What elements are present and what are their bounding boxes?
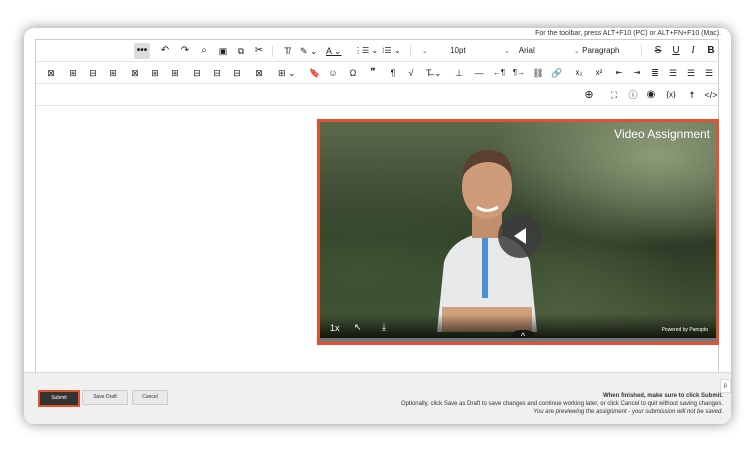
copy-icon[interactable]: ⧉ <box>234 43 248 59</box>
powered-by-label: Powered by Panopto <box>661 327 708 333</box>
font-family-select[interactable]: ⌄ Arial <box>498 44 535 58</box>
special-character-icon[interactable]: Ω <box>346 65 360 81</box>
checkmark-icon[interactable]: √ <box>404 65 418 81</box>
source-code-icon[interactable]: </> <box>704 87 718 103</box>
video-title: Video Assignment <box>614 127 710 141</box>
table-cell-icon[interactable]: ⊞ <box>106 65 120 81</box>
play-button[interactable] <box>498 214 542 258</box>
expand-icon[interactable]: ↖ <box>354 322 362 333</box>
align-left-icon[interactable]: ☰ <box>666 65 680 81</box>
strikethrough-button[interactable]: S <box>651 43 665 59</box>
chevron-down-icon: ⌄ <box>422 48 428 55</box>
cut-icon[interactable]: ✂ <box>252 43 266 59</box>
strike-format-icon[interactable]: T̶ ⌄ <box>426 65 442 81</box>
submit-button[interactable]: Submit <box>38 390 80 407</box>
paragraph-select[interactable]: ⌄ Paragraph <box>568 44 619 58</box>
insert-icon[interactable]: ⊥ <box>452 65 466 81</box>
table-delete-row-icon[interactable]: ⊟ <box>190 65 204 81</box>
horizontal-rule-icon[interactable]: — <box>472 65 486 81</box>
rich-text-editor[interactable]: B I U S ⌄ Paragraph ⌄ Arial ⌄ 10pt ⁝☰ ⌄ … <box>35 39 719 373</box>
underline-button[interactable]: U <box>669 43 683 59</box>
bold-button[interactable]: B <box>704 43 718 59</box>
toolbar-row-1: B I U S ⌄ Paragraph ⌄ Arial ⌄ 10pt ⁝☰ ⌄ … <box>36 40 718 62</box>
fullscreen-icon[interactable]: ⛶ <box>607 87 621 103</box>
emoji-icon[interactable]: ☺ <box>326 65 340 81</box>
table-props-icon[interactable]: ⊠ <box>44 65 58 81</box>
submission-footer: p Submit Save Draft Cancel When finished… <box>24 372 731 424</box>
preview-icon[interactable]: ◉ <box>644 87 658 103</box>
quote-icon[interactable]: ❞ <box>366 65 380 81</box>
toolbar-hint: For the toolbar, press ALT+F10 (PC) or A… <box>535 30 721 37</box>
side-tab[interactable]: p <box>720 379 731 393</box>
clear-formatting-icon[interactable]: T̸ <box>280 43 294 59</box>
toolbar-row-3: </> ☨ {x} ◉ ⓘ ⛶ ⊕ <box>36 84 718 106</box>
table-split-icon[interactable]: ⊟ <box>86 65 100 81</box>
video-embed[interactable]: Video Assignment 1x ↖ ⤓ Powered by Panop… <box>317 119 719 345</box>
ordered-list-icon[interactable]: ⁝☰ ⌄ <box>382 43 401 59</box>
assignment-window: For the toolbar, press ALT+F10 (PC) or A… <box>24 28 731 424</box>
italic-button[interactable]: I <box>686 43 700 59</box>
indent-icon[interactable]: ⇥ <box>630 65 644 81</box>
superscript-icon[interactable]: x² <box>592 65 606 81</box>
speed-button[interactable]: 1x <box>330 323 340 333</box>
unlink-icon[interactable]: ⛓ <box>531 65 545 81</box>
search-icon[interactable]: ⌕ <box>197 43 211 59</box>
video-progress-bar[interactable] <box>320 338 716 342</box>
highlight-color-icon[interactable]: ✎ ⌄ <box>300 43 318 59</box>
align-right-icon[interactable]: ☰ <box>702 65 716 81</box>
table-delete-icon[interactable]: ⊠ <box>252 65 266 81</box>
ltr-icon[interactable]: ¶→ <box>512 65 526 81</box>
rtl-icon[interactable]: ←¶ <box>492 65 506 81</box>
table-insert-row-icon[interactable]: ⊟ <box>210 65 224 81</box>
table-row-icon[interactable]: ⊟ <box>230 65 244 81</box>
unordered-list-icon[interactable]: ⋮☰ ⌄ <box>354 43 378 59</box>
toolbar-row-2: ☰ ☰ ☰ ≣ ⇥ ⇤ x² x₂ 🔗 ⛓ ¶→ ←¶ — ⊥ T̶ ⌄ √ ¶… <box>36 62 718 84</box>
table-col-icon[interactable]: ⊞ <box>168 65 182 81</box>
submission-instructions: When finished, make sure to click Submit… <box>400 393 723 415</box>
accessibility-icon[interactable]: ☨ <box>685 87 699 103</box>
paste-icon[interactable]: ▣ <box>216 43 230 59</box>
download-icon[interactable]: ⤓ <box>382 322 386 333</box>
save-draft-button[interactable]: Save Draft <box>82 390 128 405</box>
outdent-icon[interactable]: ⇤ <box>612 65 626 81</box>
pilcrow-icon[interactable]: ¶ <box>386 65 400 81</box>
add-content-icon[interactable]: ⊕ <box>582 87 596 103</box>
play-icon <box>514 228 526 244</box>
table-icon[interactable]: ⊞ ⌄ <box>278 65 296 81</box>
help-icon[interactable]: ⓘ <box>626 87 640 103</box>
redo-icon[interactable]: ↷ <box>178 43 192 59</box>
chevron-down-icon: ⌄ <box>504 48 510 55</box>
bookmark-icon[interactable]: 🔖 <box>308 65 322 81</box>
text-color-icon[interactable]: A ⌄ <box>326 43 342 59</box>
table-insert-col-icon[interactable]: ⊞ <box>148 65 162 81</box>
cancel-button[interactable]: Cancel <box>132 390 168 405</box>
table-delete-col-icon[interactable]: ⊠ <box>128 65 142 81</box>
math-icon[interactable]: {x} <box>664 87 678 103</box>
align-center-icon[interactable]: ☰ <box>684 65 698 81</box>
justify-icon[interactable]: ≣ <box>648 65 662 81</box>
editor-content[interactable]: Video Assignment 1x ↖ ⤓ Powered by Panop… <box>36 106 719 372</box>
table-merge-icon[interactable]: ⊞ <box>66 65 80 81</box>
more-options-button[interactable]: ••• <box>134 43 150 59</box>
chevron-down-icon: ⌄ <box>574 48 580 55</box>
subscript-icon[interactable]: x₂ <box>572 65 586 81</box>
font-size-select[interactable]: ⌄ 10pt <box>416 44 466 58</box>
undo-icon[interactable]: ↶ <box>158 43 172 59</box>
link-icon[interactable]: 🔗 <box>550 65 564 81</box>
